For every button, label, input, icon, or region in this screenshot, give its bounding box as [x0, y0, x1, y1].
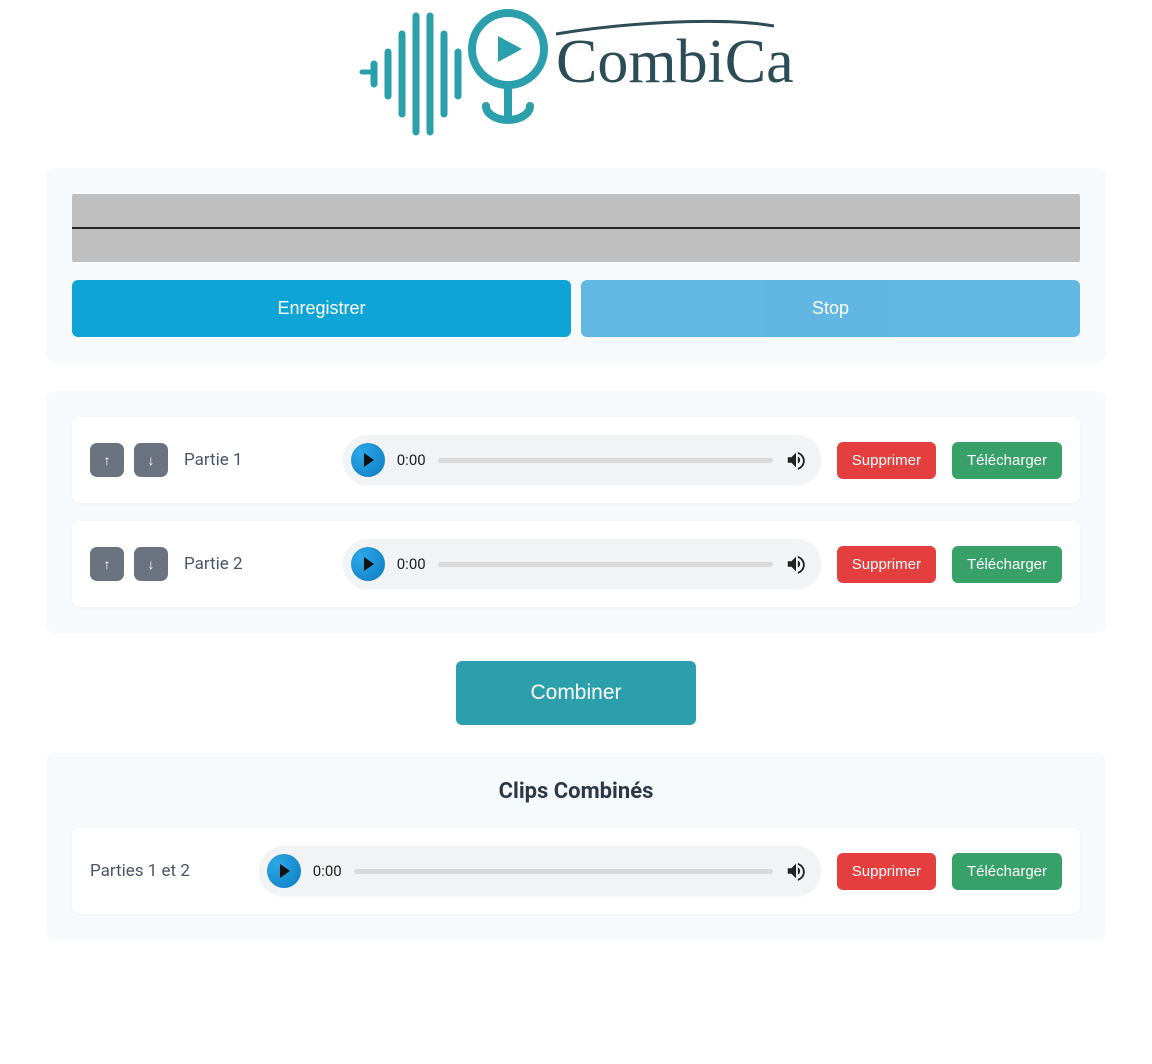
play-button[interactable]	[267, 854, 301, 888]
clips-panel: ↑ ↓ Partie 1 0:00 Supprimer Télécharger …	[46, 391, 1106, 633]
audio-time: 0:00	[313, 862, 342, 880]
audio-progress[interactable]	[354, 869, 773, 874]
delete-button[interactable]: Supprimer	[837, 442, 936, 479]
play-button[interactable]	[351, 547, 385, 581]
audio-time: 0:00	[397, 451, 426, 469]
move-up-button[interactable]: ↑	[90, 547, 124, 581]
audio-player: 0:00	[343, 539, 821, 589]
move-up-button[interactable]: ↑	[90, 443, 124, 477]
download-button[interactable]: Télécharger	[952, 546, 1062, 583]
clip-row: ↑ ↓ Partie 2 0:00 Supprimer Télécharger	[72, 521, 1080, 607]
volume-icon[interactable]	[785, 553, 807, 575]
play-icon	[364, 557, 374, 571]
clip-label: Partie 2	[184, 554, 243, 574]
clip-label: Partie 1	[184, 450, 243, 470]
audio-progress[interactable]	[438, 562, 773, 567]
record-button[interactable]: Enregistrer	[72, 280, 571, 337]
waveform-line	[72, 227, 1080, 229]
download-button[interactable]: Télécharger	[952, 853, 1062, 890]
combined-clip-label: Parties 1 et 2	[90, 861, 210, 881]
waveform-display	[72, 194, 1080, 262]
svg-text:CombiCast: CombiCast	[556, 28, 796, 96]
clip-row: ↑ ↓ Partie 1 0:00 Supprimer Télécharger	[72, 417, 1080, 503]
audio-player: 0:00	[259, 846, 821, 896]
delete-button[interactable]: Supprimer	[837, 546, 936, 583]
volume-icon[interactable]	[785, 449, 807, 471]
stop-button[interactable]: Stop	[581, 280, 1080, 337]
audio-time: 0:00	[397, 555, 426, 573]
delete-button[interactable]: Supprimer	[837, 853, 936, 890]
combined-clips-panel: Clips Combinés Parties 1 et 2 0:00 Suppr…	[46, 753, 1106, 940]
play-button[interactable]	[351, 443, 385, 477]
play-icon	[280, 864, 290, 878]
play-icon	[364, 453, 374, 467]
combined-clips-title: Clips Combinés	[72, 779, 1080, 804]
app-logo: CombiCast	[0, 0, 1152, 168]
audio-progress[interactable]	[438, 458, 773, 463]
recorder-panel: Enregistrer Stop	[46, 168, 1106, 363]
audio-player: 0:00	[343, 435, 821, 485]
combined-clip-row: Parties 1 et 2 0:00 Supprimer Télécharge…	[72, 828, 1080, 914]
move-down-button[interactable]: ↓	[134, 547, 168, 581]
volume-icon[interactable]	[785, 860, 807, 882]
download-button[interactable]: Télécharger	[952, 442, 1062, 479]
combine-button[interactable]: Combiner	[456, 661, 695, 725]
move-down-button[interactable]: ↓	[134, 443, 168, 477]
